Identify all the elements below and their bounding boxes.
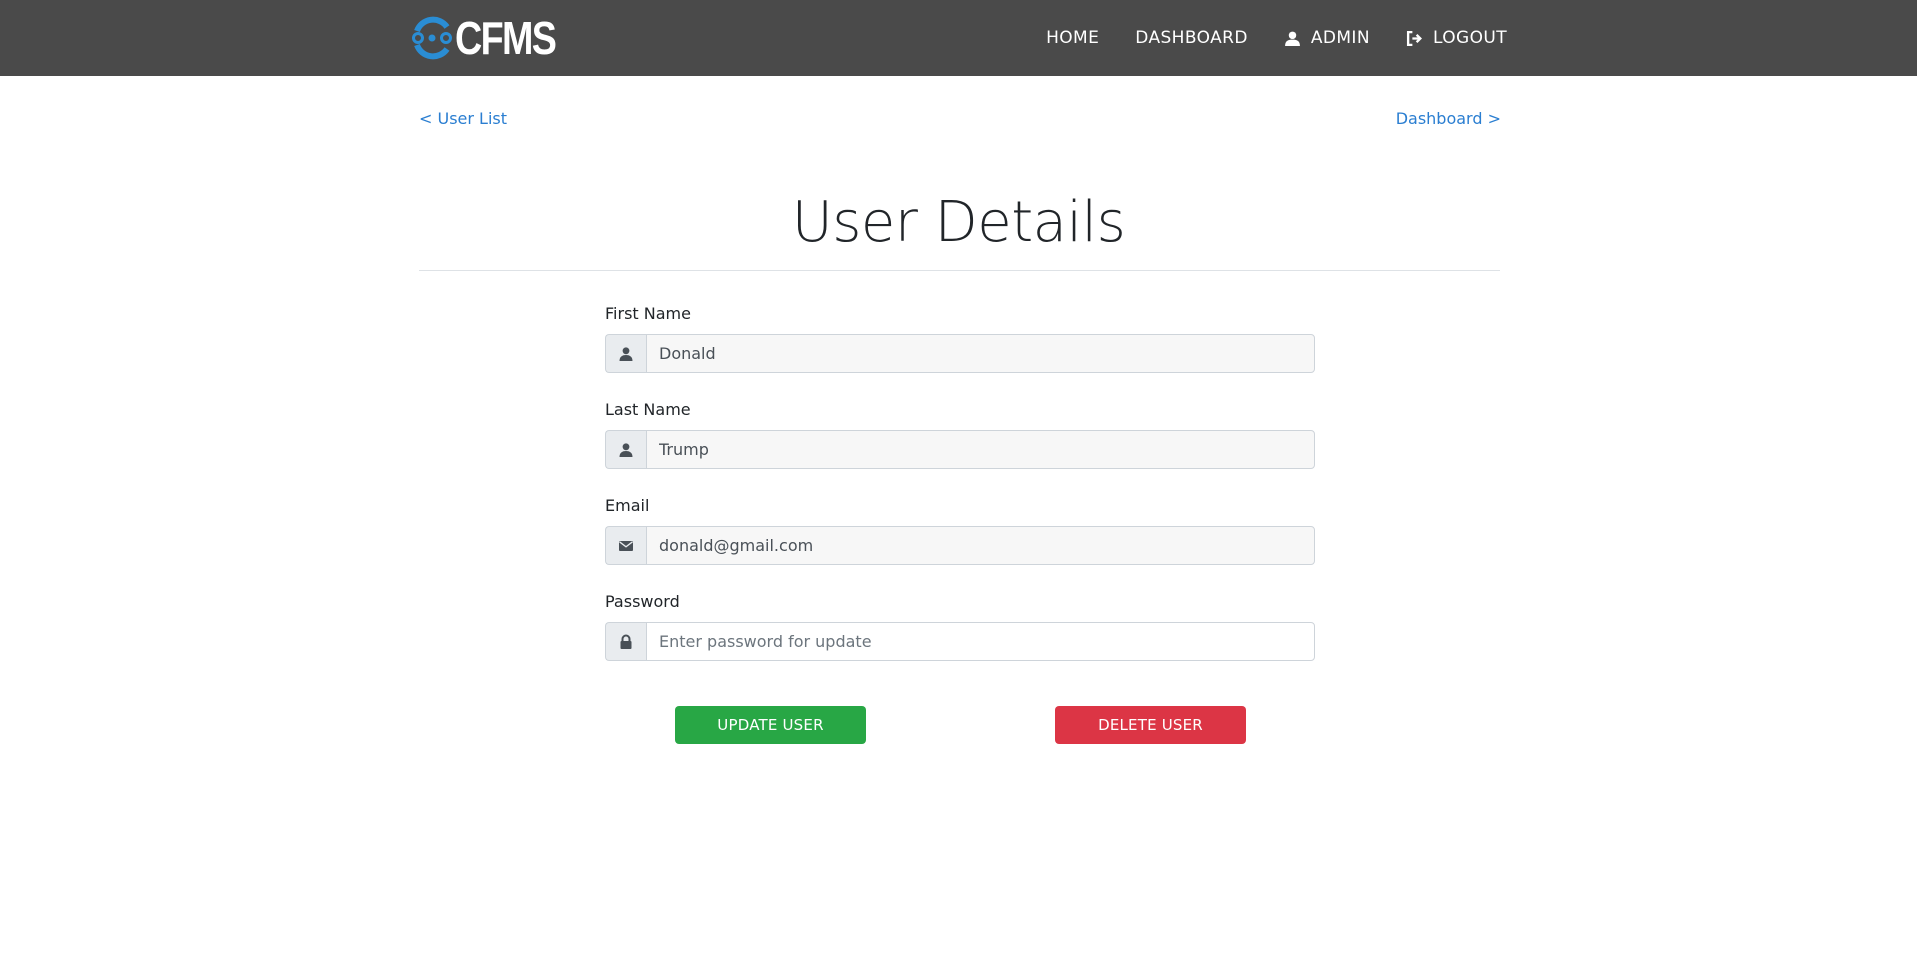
user-icon xyxy=(605,430,646,469)
last-name-label: Last Name xyxy=(605,400,691,419)
last-name-field: Last Name xyxy=(605,400,1315,469)
envelope-icon xyxy=(605,526,646,565)
nav-dashboard-link[interactable]: DASHBOARD xyxy=(1135,28,1248,48)
first-name-label: First Name xyxy=(605,304,691,323)
first-name-input-group xyxy=(605,334,1315,373)
nav-admin-label: ADMIN xyxy=(1310,28,1370,48)
password-input[interactable] xyxy=(646,622,1315,661)
nav-admin-link[interactable]: ADMIN xyxy=(1284,28,1370,48)
brand-logo[interactable]: CFMS xyxy=(409,14,577,62)
email-field: Email xyxy=(605,496,1315,565)
cfms-logo-icon xyxy=(409,15,455,61)
first-name-input[interactable] xyxy=(646,334,1315,373)
top-navbar: CFMS HOME DASHBOARD ADMIN LOGOUT xyxy=(0,0,1917,76)
nav-logout-link[interactable]: LOGOUT xyxy=(1406,28,1507,48)
password-input-group xyxy=(605,622,1315,661)
lock-icon xyxy=(605,622,646,661)
email-label: Email xyxy=(605,496,650,515)
user-icon xyxy=(1284,31,1300,46)
user-details-form: First Name Last Name Email Password xyxy=(605,304,1315,688)
user-icon xyxy=(605,334,646,373)
user-list-link[interactable]: < User List xyxy=(419,109,507,128)
brand-name: CFMS xyxy=(455,12,557,64)
nav-logout-label: LOGOUT xyxy=(1432,28,1507,48)
first-name-field: First Name xyxy=(605,304,1315,373)
title-divider xyxy=(419,270,1500,271)
email-input[interactable] xyxy=(646,526,1315,565)
password-field: Password xyxy=(605,592,1315,661)
update-user-button[interactable]: UPDATE USER xyxy=(675,706,866,744)
last-name-input[interactable] xyxy=(646,430,1315,469)
delete-user-button[interactable]: DELETE USER xyxy=(1055,706,1246,744)
sign-out-icon xyxy=(1406,30,1422,46)
last-name-input-group xyxy=(605,430,1315,469)
nav-home-link[interactable]: HOME xyxy=(1046,28,1099,48)
email-input-group xyxy=(605,526,1315,565)
dashboard-link[interactable]: Dashboard > xyxy=(1396,109,1501,128)
nav-links: HOME DASHBOARD ADMIN LOGOUT xyxy=(1046,0,1507,76)
page-title: User Details xyxy=(791,190,1126,255)
password-label: Password xyxy=(605,592,680,611)
